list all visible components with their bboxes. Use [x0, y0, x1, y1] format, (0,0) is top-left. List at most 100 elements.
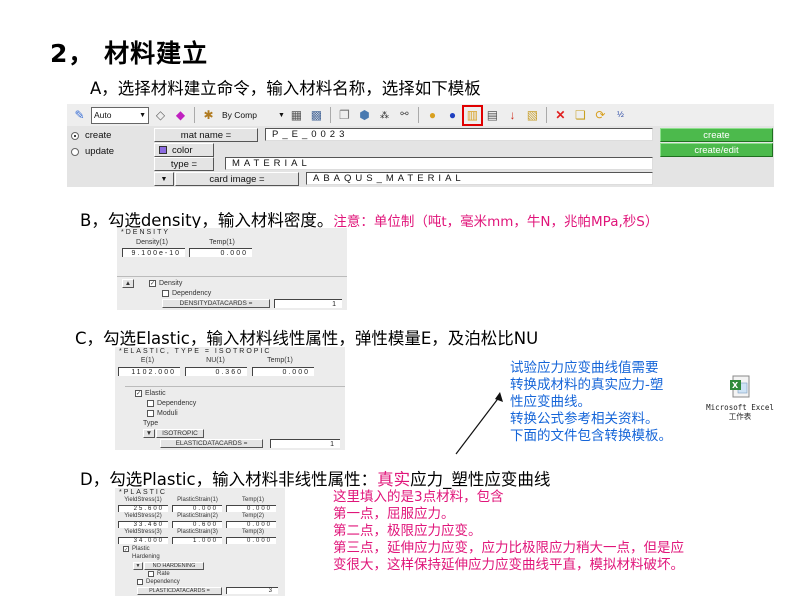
checkbox-label: Dependency: [172, 290, 212, 297]
divider: [117, 276, 347, 277]
toolbar-separator: [194, 107, 195, 123]
type-value-button[interactable]: ISOTROPIC: [156, 429, 204, 438]
section-title: 2， 材料建立: [50, 39, 209, 68]
temp-input[interactable]: 0.000: [226, 505, 276, 512]
svg-text:X: X: [732, 381, 739, 390]
step-d-prefix: D，勾选Plastic，输入材料非线性属性：: [80, 470, 378, 489]
grid-icon[interactable]: ⁂: [376, 107, 393, 124]
note-line: 变很大，这样保持延伸应力应变曲线平直，模拟材料破坏。: [333, 557, 684, 573]
radio-dot: [71, 147, 79, 156]
plastic-points-note: 这里填入的是3点材料，包含 第一点，屈服应力。 第二点，极限应力应变。 第三点，…: [333, 489, 684, 574]
property-card-icon[interactable]: ▤: [484, 107, 501, 124]
excel-file-attachment[interactable]: X Microsoft Excel 工作表: [700, 375, 780, 421]
column-label: Temp(3): [241, 529, 264, 535]
toolbar-separator: [329, 107, 331, 123]
color-button[interactable]: color: [154, 143, 214, 157]
elastic-checkbox[interactable]: ✓ Elastic: [135, 390, 166, 397]
density-header: *DENSITY: [121, 229, 171, 236]
color-mode-value: By Comp: [222, 110, 257, 120]
mesh-cube-shaded-icon[interactable]: ▩: [308, 107, 325, 124]
folder-refresh-icon[interactable]: ⟳: [592, 107, 609, 124]
cube-outline-icon[interactable]: ❐: [336, 107, 353, 124]
material-folder-icon[interactable]: ▥: [461, 104, 483, 126]
density-panel: *DENSITY Density(1) Temp(1) 9.100e-10 0.…: [117, 228, 347, 310]
column-label: PlasticStrain(2): [177, 513, 218, 519]
shade-color-icon[interactable]: ◆: [172, 107, 189, 124]
checkbox: [147, 400, 154, 407]
card-image-dropdown[interactable]: ▼: [154, 172, 174, 186]
yield-stress-input[interactable]: 25.600: [118, 505, 168, 512]
plastic-strain-input[interactable]: 1.000: [172, 537, 222, 544]
column-label: Density(1): [136, 239, 168, 246]
e-input[interactable]: 1102.000: [118, 367, 180, 376]
density-checkbox[interactable]: ✓ Density: [149, 280, 182, 287]
type-field[interactable]: MATERIAL: [225, 157, 653, 170]
plastic-strain-input[interactable]: 0.000: [172, 505, 222, 512]
cube-solid-icon[interactable]: ⬢: [356, 107, 373, 124]
plastic-checkbox[interactable]: ✓ Plastic: [123, 546, 150, 553]
temp-input[interactable]: 0.000: [226, 521, 276, 528]
divider: [125, 386, 345, 387]
color-mode-select[interactable]: By Comp: [220, 107, 275, 124]
nu-input[interactable]: 0.360: [185, 367, 247, 376]
rate-checkbox[interactable]: Rate: [148, 571, 170, 577]
yield-stress-input[interactable]: 33.460: [118, 521, 168, 528]
create-button[interactable]: create: [660, 128, 773, 142]
card-image-field[interactable]: ABAQUS_MATERIAL: [306, 172, 653, 185]
step-d-highlight: 真实: [377, 470, 411, 489]
folder-blue-icon[interactable]: ●: [444, 107, 461, 124]
temp-input[interactable]: 0.000: [189, 248, 252, 257]
type-dropdown[interactable]: ▼: [143, 429, 155, 438]
column-label: Temp(1): [209, 239, 235, 246]
plastic-datacards-input[interactable]: 3: [226, 587, 278, 594]
checkbox-label: Dependency: [157, 400, 197, 407]
tree-icon[interactable]: ⚯: [396, 107, 413, 124]
display-mode-select[interactable]: Auto ▼: [91, 106, 149, 124]
hardening-label: Hardening: [132, 554, 160, 560]
excel-file-name: Microsoft Excel: [706, 403, 774, 412]
type-button[interactable]: type =: [154, 157, 214, 171]
density-input[interactable]: 9.100e-10: [122, 248, 185, 257]
delete-icon[interactable]: ✕: [552, 107, 569, 124]
folder-shapes-icon[interactable]: ●: [424, 107, 441, 124]
scroll-up-button[interactable]: ▲: [122, 279, 134, 288]
create-edit-button[interactable]: create/edit: [660, 143, 773, 157]
radio-update-label: update: [85, 146, 115, 157]
hardening-dropdown[interactable]: ▼: [133, 562, 143, 570]
mat-name-button[interactable]: mat name =: [154, 128, 258, 142]
plastic-datacards-button[interactable]: PLASTICDATACARDS =: [137, 587, 222, 595]
dependency-checkbox[interactable]: Dependency: [147, 400, 196, 407]
unit-note: 注意：单位制（吨t，毫米mm，牛N，兆帕MPa,秒S）: [333, 214, 659, 230]
density-datacards-input[interactable]: 1: [274, 299, 342, 308]
density-datacards-button[interactable]: DENSITYDATACARDS =: [162, 299, 270, 308]
dependency-checkbox[interactable]: Dependency: [137, 579, 180, 585]
renumber-icon[interactable]: ½: [612, 107, 629, 124]
folder-xy-icon[interactable]: ▧: [524, 107, 541, 124]
radio-update[interactable]: update: [71, 146, 114, 157]
radio-create[interactable]: create: [71, 130, 111, 141]
column-label: YieldStress(3): [124, 529, 162, 535]
hardening-value-button[interactable]: NO HARDENING: [144, 562, 204, 570]
mesh-cube-icon[interactable]: ▦: [288, 107, 305, 124]
load-collector-icon[interactable]: ↓: [504, 107, 521, 124]
by-comp-icon: ✱: [203, 108, 214, 122]
mat-name-field[interactable]: P_E_0023: [265, 128, 653, 141]
elastic-datacards-input[interactable]: 1: [270, 439, 340, 448]
card-image-button[interactable]: card image =: [175, 172, 299, 186]
temp-input[interactable]: 0.000: [226, 537, 276, 544]
moduli-checkbox[interactable]: Moduli: [147, 410, 178, 417]
elastic-datacards-button[interactable]: ELASTICDATACARDS =: [160, 439, 263, 448]
elastic-header: *ELASTIC, TYPE = ISOTROPIC: [119, 348, 272, 355]
conversion-note: 试验应力应变曲线值需要 转换成材料的真实应力-塑 性应变曲线。 转换公式参考相关…: [510, 360, 672, 445]
duplicate-icon[interactable]: ❏: [572, 107, 589, 124]
chevron-down-icon[interactable]: ▼: [278, 112, 285, 119]
display-mode-icon[interactable]: ✎: [71, 107, 88, 124]
plastic-strain-input[interactable]: 0.600: [172, 521, 222, 528]
temp-input[interactable]: 0.000: [252, 367, 314, 376]
column-label: PlasticStrain(3): [177, 529, 218, 535]
dependency-checkbox[interactable]: Dependency: [162, 290, 211, 297]
display-mode-value: Auto: [94, 110, 112, 120]
shade-icon[interactable]: ◇: [152, 107, 169, 124]
checkbox-checked: ✓: [135, 390, 142, 397]
yield-stress-input[interactable]: 34.000: [118, 537, 168, 544]
